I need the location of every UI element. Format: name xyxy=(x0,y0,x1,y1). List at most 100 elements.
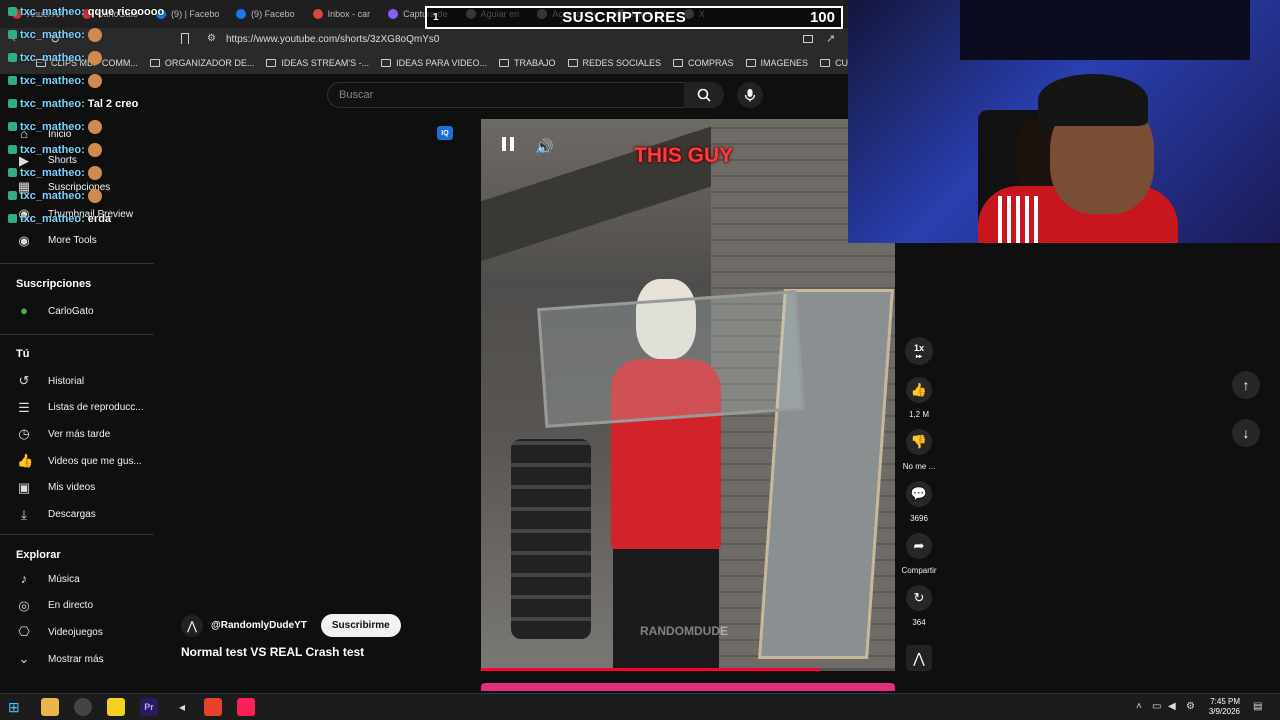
chat-message: txc_matheo: qque ricooooo xyxy=(8,0,164,23)
live-icon: ◎ xyxy=(18,597,30,613)
bookmark-item[interactable]: TRABAJO xyxy=(498,58,556,68)
share-icon[interactable]: ↗ xyxy=(826,32,835,45)
chevron-down-icon: ⌄ xyxy=(18,651,30,667)
search-input[interactable]: Buscar xyxy=(327,82,684,108)
tray-volume-icon[interactable]: ◀ xyxy=(1168,701,1176,712)
bookmark-icon[interactable] xyxy=(181,33,189,44)
like-icon[interactable]: 👍 xyxy=(906,377,932,403)
previous-short-button[interactable]: ↑ xyxy=(1232,371,1260,399)
comments-action[interactable]: 💬 3696 xyxy=(899,481,939,523)
you-header[interactable]: Tú xyxy=(16,348,29,360)
like-action[interactable]: 👍 1,2 M xyxy=(899,377,939,419)
like-count: 1,2 M xyxy=(908,410,929,419)
chat-text: Tal 2 creo xyxy=(87,97,139,110)
bookmark-item[interactable]: REDES SOCIALES xyxy=(567,58,662,68)
download-icon: ⤓ xyxy=(21,506,27,522)
video-scene-roof xyxy=(481,119,741,262)
browser-tab[interactable]: (9) Facebo xyxy=(228,2,303,26)
comment-icon[interactable]: 💬 xyxy=(906,481,932,507)
chat-username: txc_matheo: xyxy=(20,166,85,179)
browser-tab[interactable]: Inbox - car xyxy=(305,2,379,26)
folder-icon xyxy=(381,59,392,67)
playback-speed-button[interactable]: 1x ▸▸ xyxy=(905,337,933,365)
brave-icon[interactable] xyxy=(204,698,222,716)
chat-message: txc_matheo: Tal 2 creo xyxy=(8,92,148,115)
volume-icon[interactable]: 🔊 xyxy=(535,138,554,156)
sidebar-item[interactable]: ↺ Historial xyxy=(0,368,150,394)
chat-message: txc_matheo: xyxy=(8,184,148,207)
sidebar-item-label: Descargas xyxy=(48,509,96,520)
bookmark-label: IDEAS PARA VIDEO... xyxy=(396,58,487,68)
sound-channel-avatar[interactable]: ⋀ xyxy=(906,645,932,671)
tray-settings-icon[interactable]: ⚙ xyxy=(1186,701,1195,712)
bookmark-item[interactable]: ORGANIZADOR DE... xyxy=(149,58,254,68)
remix-icon[interactable]: ↻ xyxy=(906,585,932,611)
pause-icon xyxy=(502,137,506,151)
sidebar-item[interactable]: ⎔ Videojuegos xyxy=(0,619,150,645)
bookmark-label: REDES SOCIALES xyxy=(582,58,662,68)
windows-start-icon[interactable]: ⊞ xyxy=(8,698,26,716)
notification-icon[interactable]: ▤ xyxy=(1253,701,1262,712)
sidebar-item[interactable]: 👍 Videos que me gus... xyxy=(0,448,150,474)
next-short-preview[interactable] xyxy=(481,683,895,691)
subscription-item[interactable]: ● CarloGato xyxy=(0,298,150,324)
extension-badge-icon[interactable]: IQ xyxy=(437,126,453,140)
sidebar-item[interactable]: ◉ More Tools xyxy=(0,228,150,254)
next-short-button[interactable]: ↓ xyxy=(1232,419,1260,447)
cast-icon[interactable] xyxy=(803,35,813,43)
arrow-up-icon: ↑ xyxy=(1242,377,1250,393)
subscriptions-header[interactable]: Suscripciones xyxy=(16,278,91,290)
short-video-player[interactable] xyxy=(481,119,895,671)
sidebar-item[interactable]: ☰ Listas de reproducc... xyxy=(0,395,150,421)
capcut-icon[interactable]: ◂ xyxy=(173,698,191,716)
sidebar-item-label: Música xyxy=(48,573,80,585)
share-arrow-icon[interactable]: ➦ xyxy=(906,533,932,559)
chat-username: txc_matheo: xyxy=(20,143,85,156)
sidebar-item[interactable]: ▣ Mis videos xyxy=(0,475,150,501)
sidebar-item[interactable]: ♪ Música xyxy=(0,566,150,592)
voice-search-button[interactable] xyxy=(737,82,763,108)
avatar-icon: ● xyxy=(20,303,28,318)
url-text[interactable]: https://www.youtube.com/shorts/3zXG8oQmY… xyxy=(226,34,439,45)
sidebar-item-label: Videojuegos xyxy=(48,626,103,638)
share-action[interactable]: ➦ Compartir xyxy=(899,533,939,575)
video-title[interactable]: Normal test VS REAL Crash test xyxy=(181,645,364,659)
music-icon: ♪ xyxy=(20,571,28,586)
video-progress-bar[interactable] xyxy=(481,668,895,671)
file-explorer-icon[interactable] xyxy=(41,698,59,716)
sidebar-item[interactable]: ◷ Ver más tarde xyxy=(0,421,150,447)
chat-username: txc_matheo: xyxy=(20,74,85,87)
chat-message: txc_matheo: xyxy=(8,138,148,161)
browser-app-icon[interactable] xyxy=(74,698,92,716)
tiktok-icon[interactable] xyxy=(237,698,255,716)
subscribe-button[interactable]: Suscribirme xyxy=(320,614,401,637)
channel-avatar[interactable]: ⋀ xyxy=(181,614,203,637)
dislike-action[interactable]: 👎 No me ... xyxy=(899,429,939,471)
sidebar-item-label: CarloGato xyxy=(48,305,94,317)
bookmark-item[interactable]: IDEAS STREAM'S -... xyxy=(266,58,369,68)
bookmark-item[interactable]: IMAGENES xyxy=(745,58,808,68)
channel-name[interactable]: @RandomlyDudeYT xyxy=(211,620,307,631)
channel-row: ⋀ @RandomlyDudeYT Suscribirme xyxy=(181,614,401,637)
sidebar-item[interactable]: ⤓ Descargas xyxy=(0,502,150,528)
remix-action[interactable]: ↻ 364 xyxy=(899,585,939,627)
notes-app-icon[interactable] xyxy=(107,698,125,716)
sidebar-item[interactable]: ◎ En directo xyxy=(0,593,150,619)
sidebar-item-label: En directo xyxy=(48,600,94,612)
tray-chevron-icon[interactable]: ˄ xyxy=(1136,701,1142,712)
bookmark-item[interactable]: IDEAS PARA VIDEO... xyxy=(381,58,487,68)
dislike-icon[interactable]: 👎 xyxy=(906,429,932,455)
chat-username: txc_matheo: xyxy=(20,51,85,64)
sidebar-item[interactable]: ⌄ Mostrar más xyxy=(0,646,150,672)
chat-text: qque ricooooo xyxy=(87,5,165,18)
premiere-icon[interactable]: Pr xyxy=(140,698,158,716)
bookmark-item[interactable]: COMPRAS xyxy=(673,58,734,68)
search-button[interactable] xyxy=(684,82,724,108)
site-settings-icon[interactable]: ⚙ xyxy=(207,33,216,44)
tray-network-icon[interactable]: ▭ xyxy=(1152,701,1161,712)
bookmark-item[interactable]: CUENTAS xyxy=(820,58,848,68)
chat-username: txc_matheo: xyxy=(20,5,85,18)
system-clock[interactable]: 7:45 PM 3/9/2026 xyxy=(1200,697,1240,717)
chat-badge-icon xyxy=(8,30,17,39)
pause-button[interactable] xyxy=(500,137,516,155)
